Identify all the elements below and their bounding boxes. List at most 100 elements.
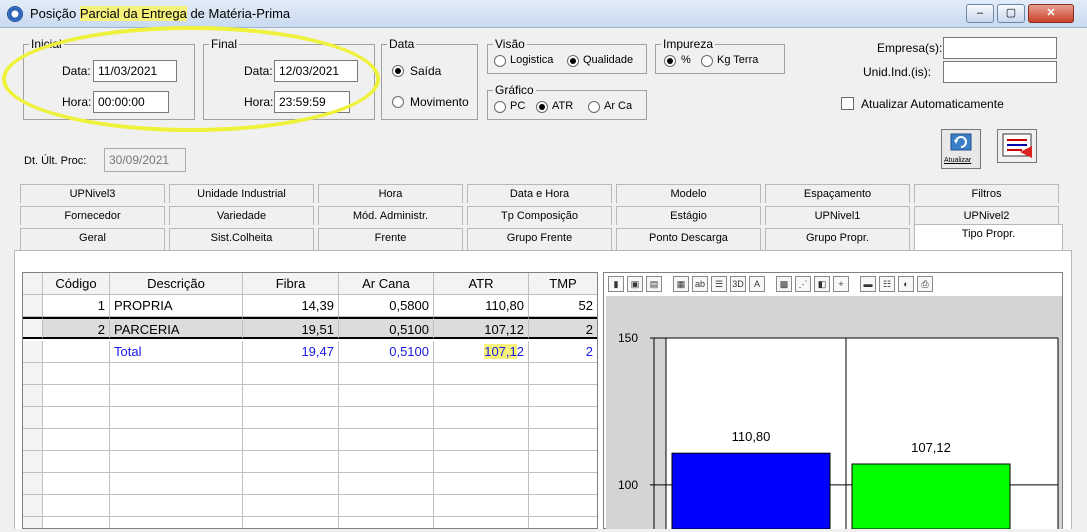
empty-cell[interactable]: [529, 473, 597, 495]
empty-cell[interactable]: [339, 451, 434, 473]
tab-upnivel2[interactable]: UPNivel2: [914, 206, 1059, 225]
empty-cell[interactable]: [110, 517, 243, 528]
atualizar-automaticamente-checkbox[interactable]: [841, 97, 854, 110]
empty-cell[interactable]: [43, 407, 110, 429]
unid-ind-input[interactable]: [943, 61, 1057, 83]
close-button[interactable]: ✕: [1028, 4, 1074, 23]
empty-cell[interactable]: [43, 473, 110, 495]
empresa-input[interactable]: [943, 37, 1057, 59]
empty-cell[interactable]: [434, 517, 529, 528]
row-indicator[interactable]: [23, 517, 43, 528]
3d-box-icon[interactable]: ▣: [627, 276, 643, 292]
empty-cell[interactable]: [434, 495, 529, 517]
empty-cell[interactable]: [529, 451, 597, 473]
row-indicator[interactable]: [23, 385, 43, 407]
tab-ponto-descarga[interactable]: Ponto Descarga: [616, 228, 761, 250]
empty-cell[interactable]: [243, 363, 339, 385]
radio-percent[interactable]: [664, 55, 676, 67]
data-grid[interactable]: Código Descrição Fibra Ar Cana ATR TMP 1…: [22, 272, 598, 529]
empty-cell[interactable]: [243, 495, 339, 517]
cell-atr[interactable]: 107,12: [434, 317, 529, 339]
empty-cell[interactable]: [434, 429, 529, 451]
empty-cell[interactable]: [434, 385, 529, 407]
tab-frente[interactable]: Frente: [318, 228, 463, 250]
radio-logistica[interactable]: [494, 55, 506, 67]
cell-ar-cana[interactable]: 0,5100: [339, 317, 434, 339]
empty-cell[interactable]: [243, 385, 339, 407]
tab-estagio[interactable]: Estágio: [616, 206, 761, 225]
atualizar-button[interactable]: Atualizar: [941, 129, 981, 169]
minimize-button[interactable]: –: [966, 4, 994, 23]
empty-cell[interactable]: [110, 407, 243, 429]
tab-grupo-frente[interactable]: Grupo Frente: [467, 228, 612, 250]
tab-fornecedor[interactable]: Fornecedor: [20, 206, 165, 225]
label-icon[interactable]: ◐: [898, 276, 914, 292]
inicial-data-input[interactable]: 11/03/2021: [93, 60, 177, 82]
empty-cell[interactable]: [529, 363, 597, 385]
column-header-fibra[interactable]: Fibra: [243, 273, 339, 295]
final-hora-input[interactable]: 23:59:59: [274, 91, 350, 113]
empty-cell[interactable]: [339, 429, 434, 451]
empty-cell[interactable]: [110, 451, 243, 473]
empty-cell[interactable]: [43, 429, 110, 451]
empty-cell[interactable]: [339, 407, 434, 429]
row-indicator[interactable]: [23, 407, 43, 429]
empty-cell[interactable]: [43, 385, 110, 407]
list-icon[interactable]: ☰: [711, 276, 727, 292]
row-indicator[interactable]: [23, 451, 43, 473]
empty-cell[interactable]: [339, 473, 434, 495]
empty-cell[interactable]: [529, 429, 597, 451]
empty-cell[interactable]: [110, 495, 243, 517]
empty-cell[interactable]: [43, 517, 110, 528]
empty-cell[interactable]: [529, 385, 597, 407]
inicial-hora-input[interactable]: 00:00:00: [93, 91, 169, 113]
column-header-ar-cana[interactable]: Ar Cana: [339, 273, 434, 295]
bar-chart-icon[interactable]: ▮: [608, 276, 624, 292]
radio-kg-terra[interactable]: [701, 55, 713, 67]
empty-cell[interactable]: [339, 495, 434, 517]
empty-cell[interactable]: [110, 473, 243, 495]
empty-cell[interactable]: [243, 407, 339, 429]
tab-upnivel3[interactable]: UPNivel3: [20, 184, 165, 203]
empty-cell[interactable]: [243, 517, 339, 528]
scatter-icon[interactable]: ⋰: [795, 276, 811, 292]
row-indicator[interactable]: [23, 495, 43, 517]
cell-ar-cana[interactable]: 0,5800: [339, 295, 434, 317]
empty-cell[interactable]: [43, 363, 110, 385]
row-indicator[interactable]: [23, 295, 43, 317]
radio-movimento[interactable]: [392, 96, 404, 108]
row-indicator[interactable]: [23, 341, 43, 363]
font-icon[interactable]: A: [749, 276, 765, 292]
column-header-codigo[interactable]: Código: [43, 273, 110, 295]
cell-fibra[interactable]: 19,51: [243, 317, 339, 339]
tab-variedade[interactable]: Variedade: [169, 206, 314, 225]
empty-cell[interactable]: [434, 407, 529, 429]
tab-upnivel1[interactable]: UPNivel1: [765, 206, 910, 225]
radio-saida[interactable]: [392, 65, 404, 77]
tab-sist-colheita[interactable]: Sist.Colheita: [169, 228, 314, 250]
tab-filtros[interactable]: Filtros: [914, 184, 1059, 203]
tab-tipo-propr[interactable]: Tipo Propr.: [914, 224, 1063, 250]
3d-icon[interactable]: 3D: [730, 276, 746, 292]
cell-fibra[interactable]: 14,39: [243, 295, 339, 317]
empty-cell[interactable]: [529, 495, 597, 517]
tab-grupo-propr[interactable]: Grupo Propr.: [765, 228, 910, 250]
color-icon[interactable]: ◧: [814, 276, 830, 292]
empty-cell[interactable]: [434, 451, 529, 473]
cell-descricao[interactable]: PROPRIA: [110, 295, 243, 317]
crosshair-icon[interactable]: +: [833, 276, 849, 292]
cell-atr[interactable]: 110,80: [434, 295, 529, 317]
tab-geral[interactable]: Geral: [20, 228, 165, 250]
radio-qualidade[interactable]: [567, 55, 579, 67]
folder-icon[interactable]: ▬: [860, 276, 876, 292]
legend-icon[interactable]: ☷: [879, 276, 895, 292]
column-header-tmp[interactable]: TMP: [529, 273, 597, 295]
empty-cell[interactable]: [243, 451, 339, 473]
empty-cell[interactable]: [243, 429, 339, 451]
abc-icon[interactable]: ab: [692, 276, 708, 292]
row-indicator[interactable]: [23, 473, 43, 495]
column-header-descricao[interactable]: Descrição: [110, 273, 243, 295]
row-indicator[interactable]: [23, 363, 43, 385]
empty-cell[interactable]: [339, 385, 434, 407]
tab-unidade-industrial[interactable]: Unidade Industrial: [169, 184, 314, 203]
